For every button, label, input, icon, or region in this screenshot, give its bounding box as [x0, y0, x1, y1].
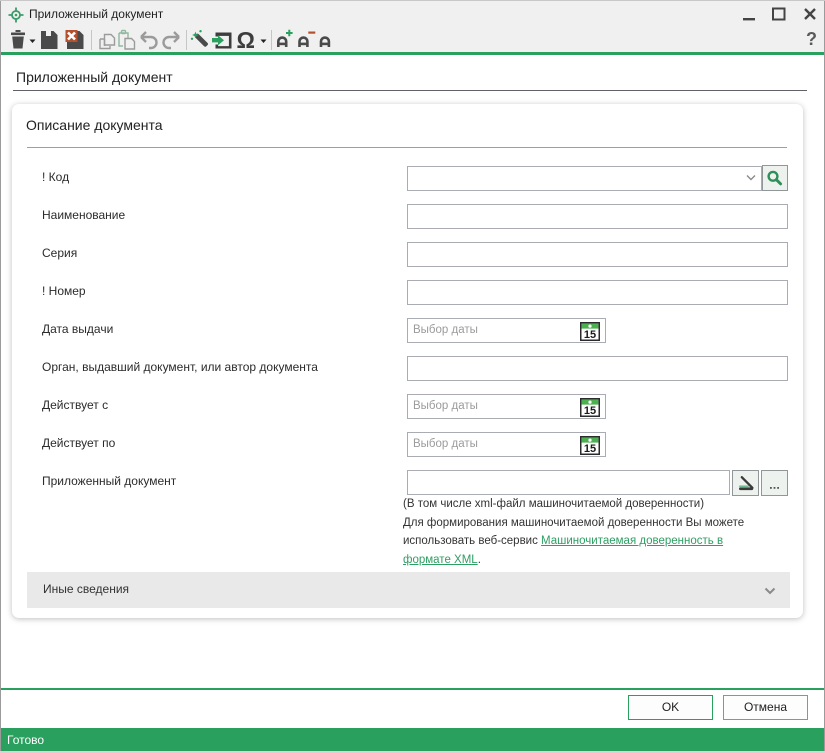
svg-text:15: 15	[584, 329, 596, 341]
svg-text:15: 15	[584, 405, 596, 417]
svg-text:15: 15	[584, 443, 596, 455]
svg-text:Ω: Ω	[237, 29, 255, 51]
